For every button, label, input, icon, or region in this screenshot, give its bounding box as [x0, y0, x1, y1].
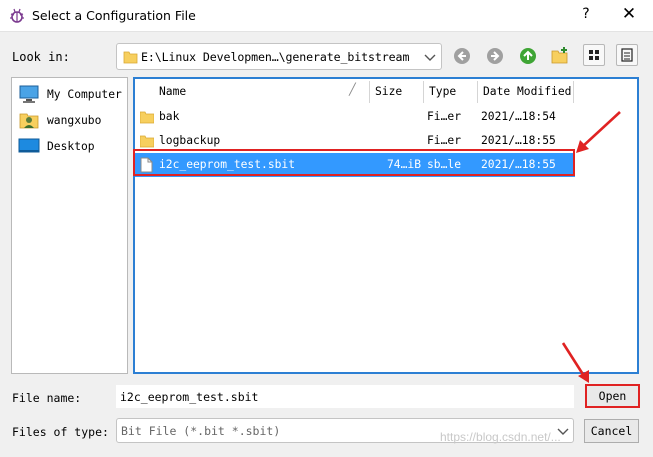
arrow-to-open-head [578, 370, 589, 383]
arrow-to-file [581, 111, 621, 148]
file-name-label: File name: [12, 391, 82, 405]
file-type-label: Files of type: [12, 425, 109, 439]
arrow-to-open [561, 342, 586, 377]
open-button[interactable]: Open [585, 384, 640, 408]
file-name-input[interactable] [116, 385, 574, 408]
watermark: https://blog.csdn.net/... [440, 430, 561, 444]
cancel-button[interactable]: Cancel [584, 419, 639, 443]
file-type-value: Bit File (*.bit *.sbit) [121, 424, 281, 438]
